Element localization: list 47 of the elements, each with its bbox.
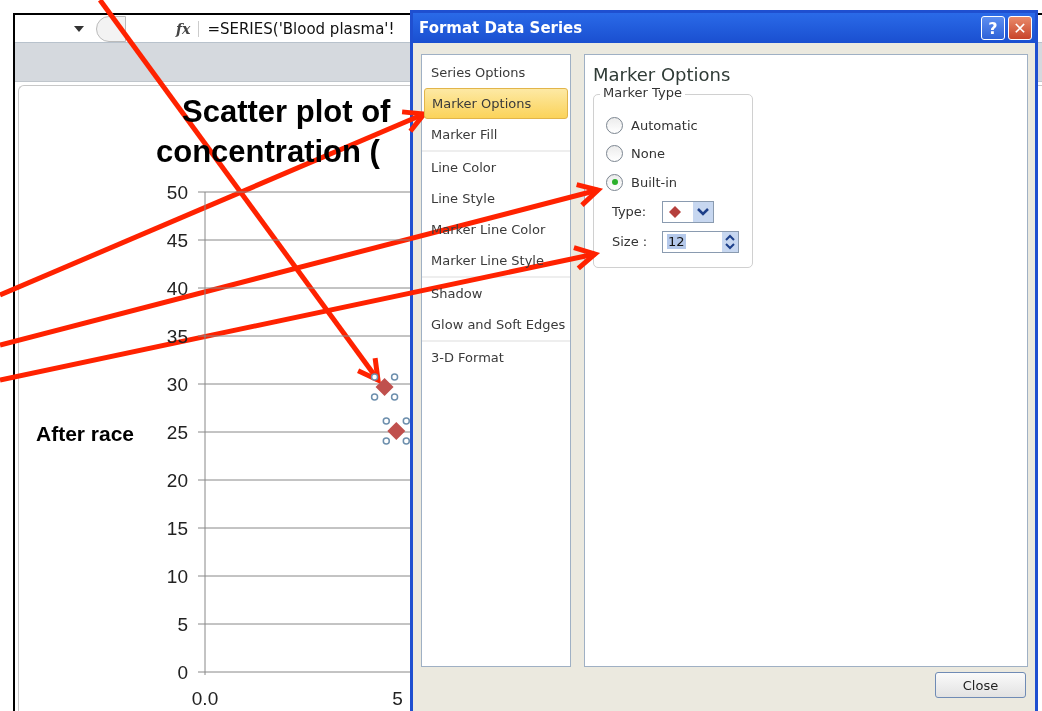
category-item[interactable]: Marker Options [424, 88, 568, 119]
chart-title: Scatter plot of [182, 94, 391, 129]
tick-label: 20 [166, 470, 188, 491]
category-item[interactable]: Glow and Soft Edges [422, 309, 570, 340]
radio-button[interactable] [606, 173, 623, 191]
tick-label: 0.0 [191, 688, 219, 708]
data-point[interactable] [382, 417, 411, 445]
insert-function-button[interactable]: fx [176, 20, 200, 37]
tick-label: 10 [166, 566, 188, 587]
formula-field[interactable]: =SERIES('Blood plasma'! [207, 19, 395, 38]
data-point[interactable] [370, 373, 399, 401]
radio-button[interactable] [606, 145, 623, 163]
category-item[interactable]: Line Color [422, 152, 570, 183]
category-item[interactable]: Series Options [422, 57, 570, 88]
tick-label: 5 [177, 614, 188, 635]
category-item[interactable]: Line Style [422, 183, 570, 214]
category-item[interactable]: Marker Line Style [422, 245, 570, 276]
radio-label[interactable]: None [631, 146, 665, 162]
radio-label[interactable]: Automatic [631, 117, 698, 133]
tick-label: 30 [166, 374, 188, 395]
radio-button[interactable] [606, 116, 623, 134]
size-label: Size : [612, 234, 649, 249]
help-button[interactable]: ? [981, 16, 1005, 40]
tick-label: 40 [166, 278, 188, 299]
type-label: Type: [612, 204, 648, 219]
category-item[interactable]: Marker Fill [422, 119, 570, 150]
size-spinner[interactable]: 12 [662, 230, 739, 253]
diamond-icon [669, 205, 681, 218]
marker-type-dropdown[interactable] [662, 200, 714, 223]
category-item[interactable]: Shadow [422, 278, 570, 309]
radio-label[interactable]: Built-in [631, 174, 678, 190]
tick-label: 0 [177, 662, 188, 683]
tick-label: 50 [166, 182, 188, 203]
chevron-down-icon[interactable] [693, 201, 713, 222]
tick-label: 15 [166, 518, 188, 539]
dialog-title: Format Data Series [419, 19, 584, 37]
tick-label: 25 [166, 422, 188, 443]
axis-title: After race [36, 422, 135, 445]
tick-label: 5 [392, 688, 403, 708]
tick-label: 45 [166, 230, 188, 251]
panel-heading: Marker Options [593, 64, 732, 85]
category-item[interactable]: 3-D Format [422, 342, 570, 373]
close-dialog-button[interactable]: Close [935, 672, 1026, 698]
dropdown-caret-icon[interactable] [74, 25, 84, 32]
close-button[interactable]: ✕ [1008, 16, 1032, 40]
spin-arrows-icon[interactable] [722, 231, 738, 252]
group-label: Marker Type [600, 85, 685, 100]
